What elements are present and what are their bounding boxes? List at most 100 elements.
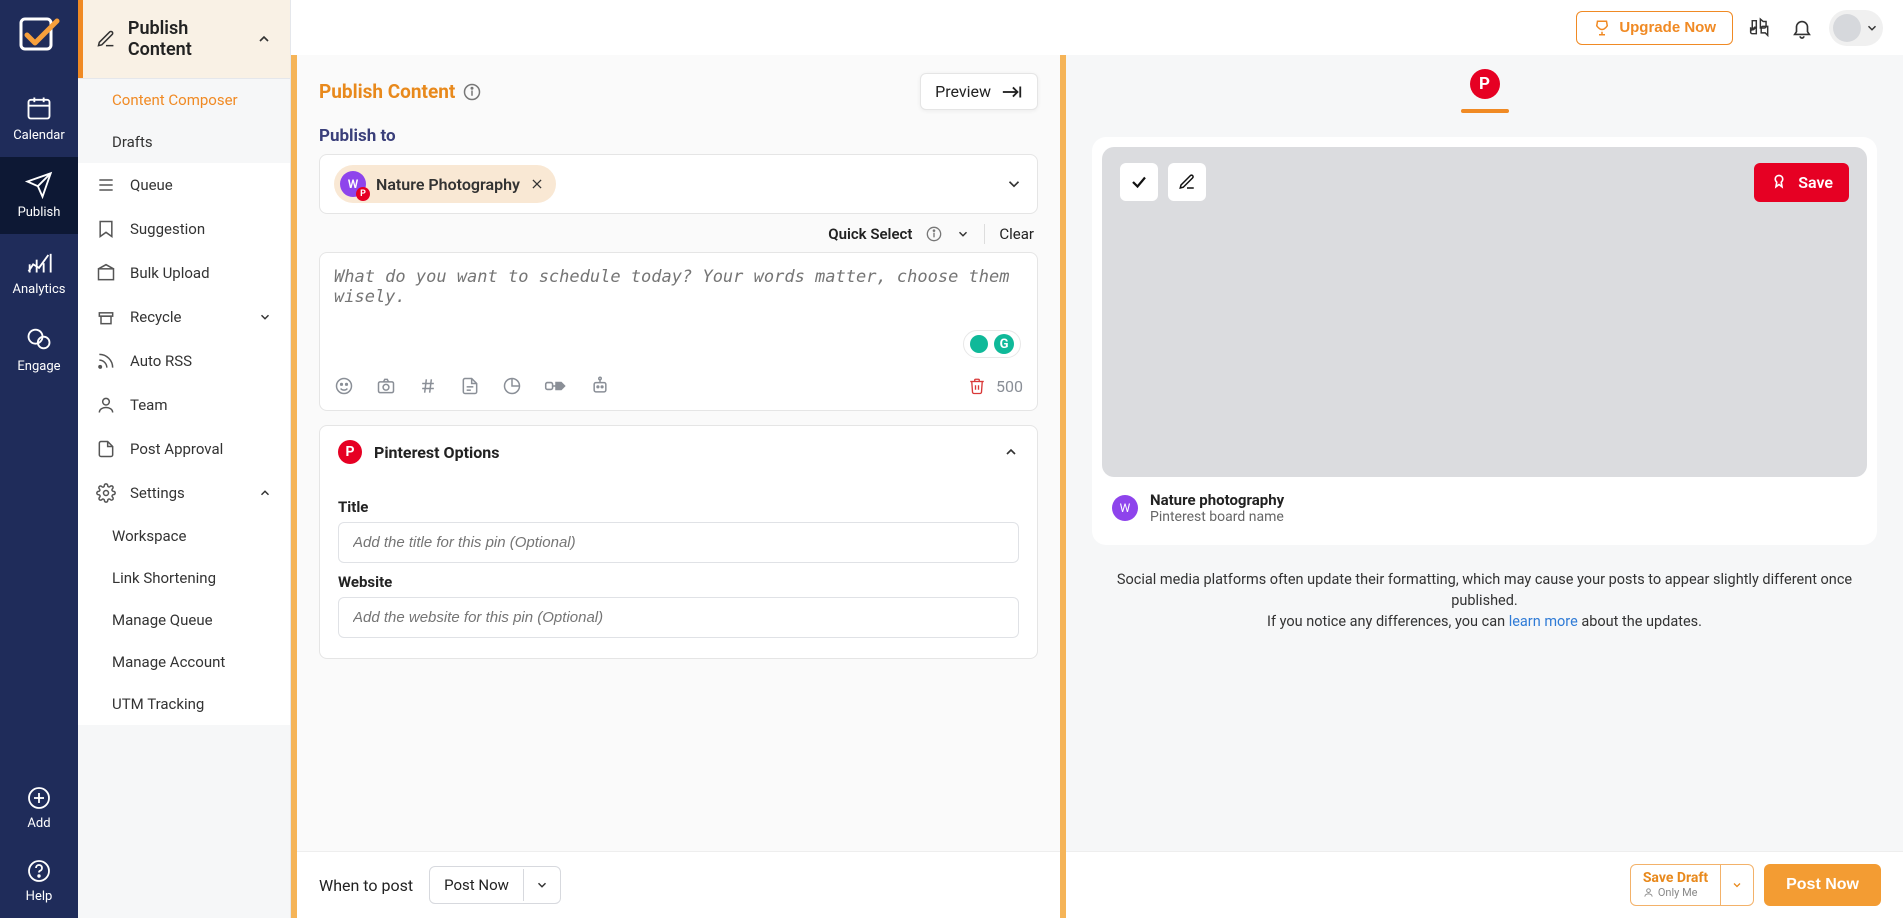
trash-icon[interactable]: [968, 377, 986, 395]
char-count: 500: [996, 377, 1023, 396]
sidebar-item-label: Recycle: [130, 308, 182, 326]
preview-title: Nature photography: [1150, 491, 1284, 509]
sidebar-item-suggestion[interactable]: Suggestion: [78, 207, 290, 251]
preview-label: Preview: [935, 82, 991, 101]
publish-sidebar: Publish Content Content Composer Drafts …: [78, 0, 291, 918]
nav-engage-label: Engage: [17, 359, 60, 374]
when-to-post-select[interactable]: Post Now: [429, 866, 561, 904]
sidebar-item-bulk-upload[interactable]: Bulk Upload: [78, 251, 290, 295]
feedback-icon[interactable]: [1749, 17, 1775, 39]
sidebar-item-label: Bulk Upload: [130, 264, 210, 282]
preview-avatar: W: [1112, 495, 1138, 521]
notice-line2b: about the updates.: [1578, 613, 1702, 630]
preview-column: P Save W Nature photography Pintere: [1066, 55, 1903, 918]
chevron-up-icon: [258, 486, 272, 500]
info-icon[interactable]: [926, 226, 942, 242]
sidebar-title: Publish Content: [128, 18, 256, 60]
page-title-text: Publish Content: [319, 80, 455, 103]
sidebar-item-label: Link Shortening: [112, 569, 216, 587]
topbar: Upgrade Now: [582, 0, 1903, 55]
plug-icon[interactable]: [544, 376, 568, 396]
sidebar-item-post-approval[interactable]: Post Approval: [78, 427, 290, 471]
only-me-label: Only Me: [1658, 887, 1698, 899]
sidebar-item-label: Post Approval: [130, 440, 223, 458]
hashtag-icon[interactable]: [418, 376, 438, 396]
nav-engage[interactable]: Engage: [0, 311, 78, 388]
sidebar-item-drafts[interactable]: Drafts: [78, 121, 290, 163]
pinterest-options-label: Pinterest Options: [374, 443, 499, 462]
sidebar-item-link-shortening[interactable]: Link Shortening: [78, 557, 290, 599]
clear-button[interactable]: Clear: [999, 225, 1034, 243]
account-avatar: WP: [340, 171, 366, 197]
nav-analytics[interactable]: Analytics: [0, 234, 78, 311]
avatar: [1833, 14, 1861, 42]
pin-website-input[interactable]: [338, 597, 1019, 638]
sidebar-item-workspace[interactable]: Workspace: [78, 515, 290, 557]
chevron-up-icon: [256, 31, 272, 47]
quick-select-label: Quick Select: [828, 225, 912, 243]
publish-to-selector[interactable]: WP Nature Photography: [319, 154, 1038, 214]
account-chip: WP Nature Photography: [334, 165, 556, 203]
notice-line2a: If you notice any differences, you can: [1267, 613, 1509, 630]
collapse-sidebar-handle[interactable]: ‹: [291, 755, 297, 783]
nav-publish[interactable]: Publish: [0, 157, 78, 234]
approve-button[interactable]: [1120, 163, 1158, 201]
ai-bot-icon[interactable]: [590, 376, 610, 396]
bell-icon[interactable]: [1791, 17, 1813, 39]
sidebar-item-manage-queue[interactable]: Manage Queue: [78, 599, 290, 641]
learn-more-link[interactable]: learn more: [1509, 613, 1578, 630]
app-logo[interactable]: [14, 10, 64, 60]
pin-title-input[interactable]: [338, 522, 1019, 563]
pinterest-preview-tab[interactable]: P: [1470, 69, 1500, 99]
sidebar-header[interactable]: Publish Content: [78, 0, 290, 79]
remove-account-icon[interactable]: [530, 177, 544, 191]
composer-input[interactable]: [334, 267, 1023, 357]
chevron-down-icon: [1005, 175, 1023, 193]
sidebar-item-label: UTM Tracking: [112, 695, 204, 713]
sidebar-item-manage-account[interactable]: Manage Account: [78, 641, 290, 683]
left-rail: Calendar Publish Analytics Engage Add He…: [0, 0, 78, 918]
grammarly-widget[interactable]: G: [963, 330, 1021, 358]
upgrade-button[interactable]: Upgrade Now: [1576, 11, 1733, 45]
nav-analytics-label: Analytics: [13, 282, 66, 297]
pin-website-label: Website: [338, 573, 1019, 591]
sidebar-item-label: Manage Account: [112, 653, 225, 671]
camera-icon[interactable]: [376, 376, 396, 396]
sidebar-item-settings[interactable]: Settings: [78, 471, 290, 515]
preview-card: Save W Nature photography Pinterest boar…: [1092, 137, 1877, 545]
preview-image-placeholder: Save: [1102, 147, 1867, 477]
page-title: Publish Content: [319, 80, 481, 103]
emoji-icon[interactable]: [334, 376, 354, 396]
nav-add-label: Add: [27, 816, 50, 831]
user-menu[interactable]: [1829, 10, 1883, 46]
notice-line1: Social media platforms often update thei…: [1092, 569, 1877, 611]
sidebar-item-label: Team: [130, 396, 168, 414]
document-icon[interactable]: [460, 376, 480, 396]
bulb-icon: [970, 335, 988, 353]
pie-icon[interactable]: [502, 376, 522, 396]
quick-select-dropdown[interactable]: [956, 227, 970, 241]
sidebar-item-label: Queue: [130, 176, 173, 194]
when-to-post-label: When to post: [319, 876, 413, 895]
save-pin-button[interactable]: Save: [1754, 163, 1849, 202]
sidebar-item-auto-rss[interactable]: Auto RSS: [78, 339, 290, 383]
sidebar-item-team[interactable]: Team: [78, 383, 290, 427]
sidebar-item-content-composer[interactable]: Content Composer: [78, 79, 290, 121]
sidebar-item-recycle[interactable]: Recycle: [78, 295, 290, 339]
composer-column: ‹ Publish Content Preview Publish to WP …: [291, 55, 1066, 918]
post-now-button[interactable]: Post Now: [1764, 864, 1881, 906]
save-draft-dropdown[interactable]: [1720, 865, 1753, 904]
sidebar-item-queue[interactable]: Queue: [78, 163, 290, 207]
save-draft-button[interactable]: Save Draft Only Me: [1630, 864, 1754, 905]
nav-calendar[interactable]: Calendar: [0, 80, 78, 157]
chevron-up-icon: [1003, 444, 1019, 460]
nav-add[interactable]: Add: [27, 772, 51, 845]
nav-help[interactable]: Help: [26, 845, 53, 918]
main-area: Upgrade Now ‹ Publish Content Preview: [291, 0, 1903, 918]
sidebar-item-utm-tracking[interactable]: UTM Tracking: [78, 683, 290, 725]
save-label: Save: [1798, 173, 1833, 192]
preview-button[interactable]: Preview: [920, 73, 1038, 110]
pinterest-options-header[interactable]: P Pinterest Options: [320, 426, 1037, 478]
sidebar-item-label: Workspace: [112, 527, 186, 545]
edit-button[interactable]: [1168, 163, 1206, 201]
